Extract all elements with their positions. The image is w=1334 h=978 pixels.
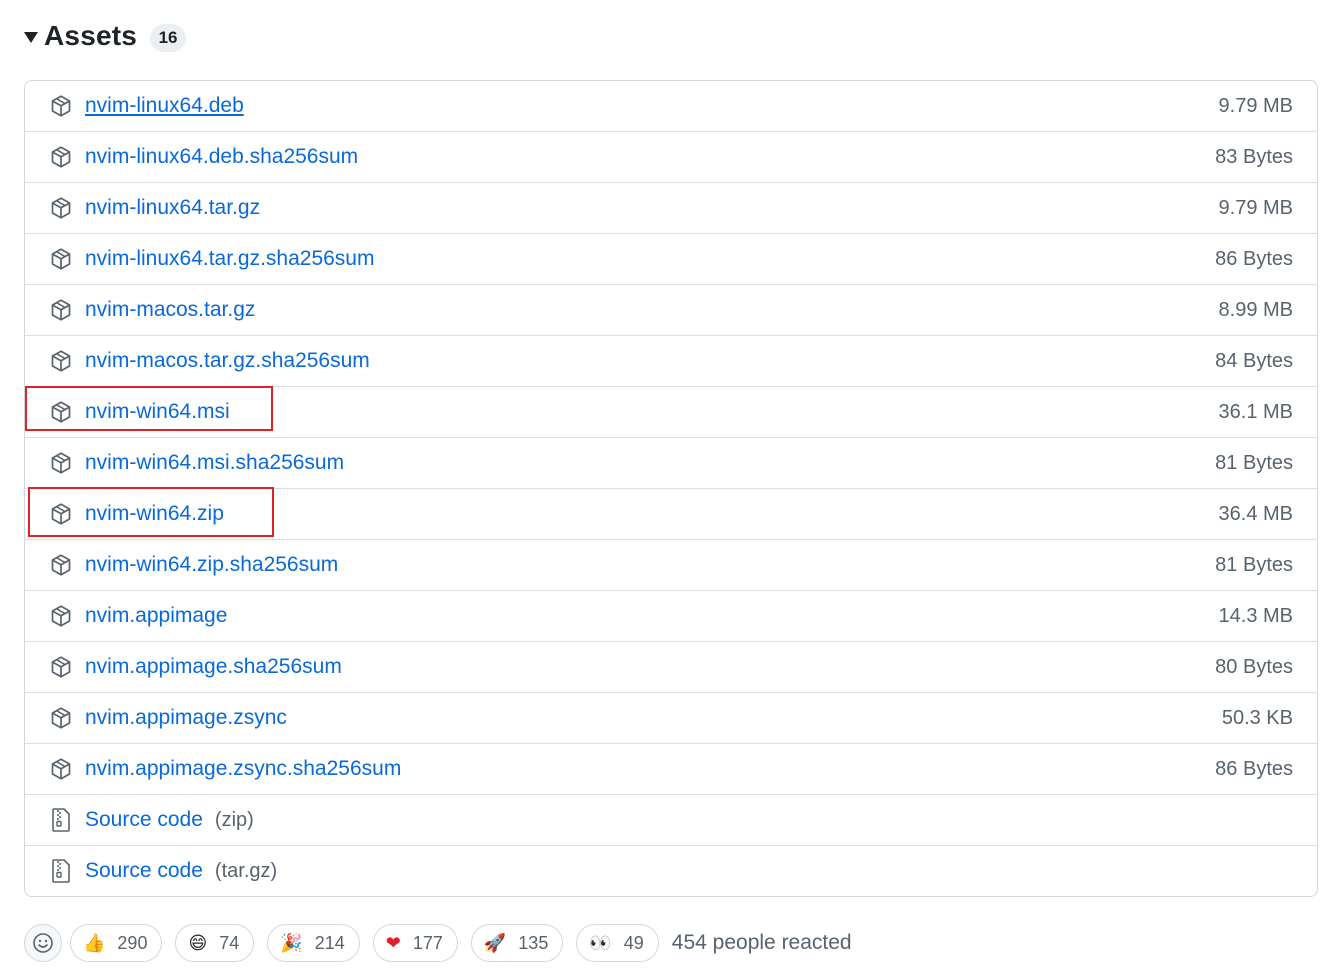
asset-row: nvim-linux64.deb.sha256sum 83 Bytes: [25, 131, 1317, 182]
reaction-eyes[interactable]: 👀 49: [576, 924, 659, 962]
asset-link[interactable]: nvim.appimage.sha256sum: [85, 655, 342, 679]
smiley-icon: [33, 933, 53, 953]
asset-size: 9.79 MB: [1218, 94, 1293, 117]
assets-title: Assets: [44, 20, 138, 51]
package-icon: [49, 706, 73, 730]
assets-toggle[interactable]: Assets 16: [24, 16, 187, 56]
asset-row: nvim-linux64.deb 9.79 MB: [25, 81, 1317, 131]
file-zip-icon: [49, 859, 73, 883]
package-icon: [49, 451, 73, 475]
rocket-icon: 🚀: [483, 932, 507, 954]
asset-size: 83 Bytes: [1215, 145, 1293, 168]
reaction-laugh[interactable]: 😄 74: [175, 924, 255, 962]
asset-size: 14.3 MB: [1218, 604, 1293, 627]
package-icon: [49, 553, 73, 577]
asset-size: 8.99 MB: [1218, 298, 1293, 321]
asset-link[interactable]: nvim-win64.zip: [85, 502, 224, 526]
reaction-count: 290: [117, 932, 148, 953]
asset-row: nvim.appimage.zsync 50.3 KB: [25, 692, 1317, 743]
reactions-summary: 454 people reacted: [671, 931, 852, 954]
asset-row: nvim-macos.tar.gz 8.99 MB: [25, 284, 1317, 335]
source-code-targz-link[interactable]: Source code (tar.gz): [85, 859, 277, 883]
source-code-label: Source code: [85, 808, 203, 831]
asset-link[interactable]: nvim.appimage.zsync: [85, 706, 287, 730]
asset-row: nvim-linux64.tar.gz 9.79 MB: [25, 182, 1317, 233]
asset-link[interactable]: nvim-win64.msi.sha256sum: [85, 451, 344, 475]
reaction-rocket[interactable]: 🚀 135: [470, 924, 564, 962]
thumbs-up-icon: 👍: [83, 932, 106, 954]
asset-size: 80 Bytes: [1215, 655, 1293, 678]
package-icon: [49, 196, 73, 220]
package-icon: [49, 145, 73, 169]
reactions-bar: 👍 290 😄 74 🎉 214 ❤ 177 🚀 135 👀 49 454 pe…: [24, 922, 852, 964]
asset-size: 84 Bytes: [1215, 349, 1293, 372]
eyes-icon: 👀: [589, 932, 612, 954]
package-icon: [49, 298, 73, 322]
asset-link[interactable]: nvim-macos.tar.gz: [85, 298, 255, 322]
asset-size: 81 Bytes: [1215, 553, 1293, 576]
reaction-hooray[interactable]: 🎉 214: [267, 924, 360, 962]
asset-row: nvim-win64.msi.sha256sum 81 Bytes: [25, 437, 1317, 488]
caret-down-icon: [24, 32, 38, 43]
asset-row: nvim-macos.tar.gz.sha256sum 84 Bytes: [25, 335, 1317, 386]
asset-link[interactable]: nvim-win64.msi: [85, 400, 230, 424]
asset-size: 36.4 MB: [1218, 502, 1293, 525]
asset-size: 81 Bytes: [1215, 451, 1293, 474]
asset-size: 9.79 MB: [1218, 196, 1293, 219]
asset-row: nvim.appimage.sha256sum 80 Bytes: [25, 641, 1317, 692]
reaction-count: 177: [412, 932, 443, 953]
source-code-row: Source code (zip): [25, 794, 1317, 845]
asset-row: nvim-linux64.tar.gz.sha256sum 86 Bytes: [25, 233, 1317, 284]
asset-row: nvim-win64.zip 36.4 MB: [25, 488, 1317, 539]
source-code-format: (tar.gz): [214, 860, 278, 882]
asset-size: 86 Bytes: [1215, 757, 1293, 780]
asset-row: nvim-win64.msi 36.1 MB: [25, 386, 1317, 437]
package-icon: [49, 502, 73, 526]
asset-link[interactable]: nvim-linux64.deb: [85, 94, 244, 118]
asset-row: nvim.appimage.zsync.sha256sum 86 Bytes: [25, 743, 1317, 794]
reaction-count: 214: [314, 932, 345, 953]
package-icon: [49, 400, 73, 424]
asset-row: nvim.appimage 14.3 MB: [25, 590, 1317, 641]
package-icon: [49, 247, 73, 271]
asset-link[interactable]: nvim.appimage: [85, 604, 227, 628]
asset-link[interactable]: nvim-linux64.tar.gz: [85, 196, 260, 220]
heart-icon: ❤: [385, 932, 401, 954]
asset-size: 86 Bytes: [1215, 247, 1293, 270]
reaction-count: 135: [518, 932, 549, 953]
package-icon: [49, 655, 73, 679]
asset-link[interactable]: nvim-win64.zip.sha256sum: [85, 553, 338, 577]
asset-link[interactable]: nvim-macos.tar.gz.sha256sum: [85, 349, 370, 373]
package-icon: [49, 94, 73, 118]
source-code-row: Source code (tar.gz): [25, 845, 1317, 896]
laugh-icon: 😄: [188, 932, 208, 954]
reaction-thumbs-up[interactable]: 👍 290: [70, 924, 163, 962]
asset-link[interactable]: nvim-linux64.tar.gz.sha256sum: [85, 247, 374, 271]
asset-row: nvim-win64.zip.sha256sum 81 Bytes: [25, 539, 1317, 590]
reaction-count: 49: [623, 932, 644, 953]
asset-size: 50.3 KB: [1221, 706, 1293, 729]
hooray-icon: 🎉: [280, 932, 303, 954]
package-icon: [49, 349, 73, 373]
add-reaction-button[interactable]: [24, 924, 62, 962]
assets-list: nvim-linux64.deb 9.79 MB nvim-linux64.de…: [24, 80, 1318, 897]
package-icon: [49, 757, 73, 781]
assets-count-badge: 16: [150, 24, 187, 52]
source-code-label: Source code: [85, 859, 203, 882]
asset-link[interactable]: nvim-linux64.deb.sha256sum: [85, 145, 358, 169]
package-icon: [49, 604, 73, 628]
asset-link[interactable]: nvim.appimage.zsync.sha256sum: [85, 757, 401, 781]
source-code-format: (zip): [214, 809, 254, 831]
source-code-zip-link[interactable]: Source code (zip): [85, 808, 254, 832]
reaction-count: 74: [219, 932, 240, 953]
asset-size: 36.1 MB: [1218, 400, 1293, 423]
file-zip-icon: [49, 808, 73, 832]
reaction-heart[interactable]: ❤ 177: [372, 924, 458, 962]
